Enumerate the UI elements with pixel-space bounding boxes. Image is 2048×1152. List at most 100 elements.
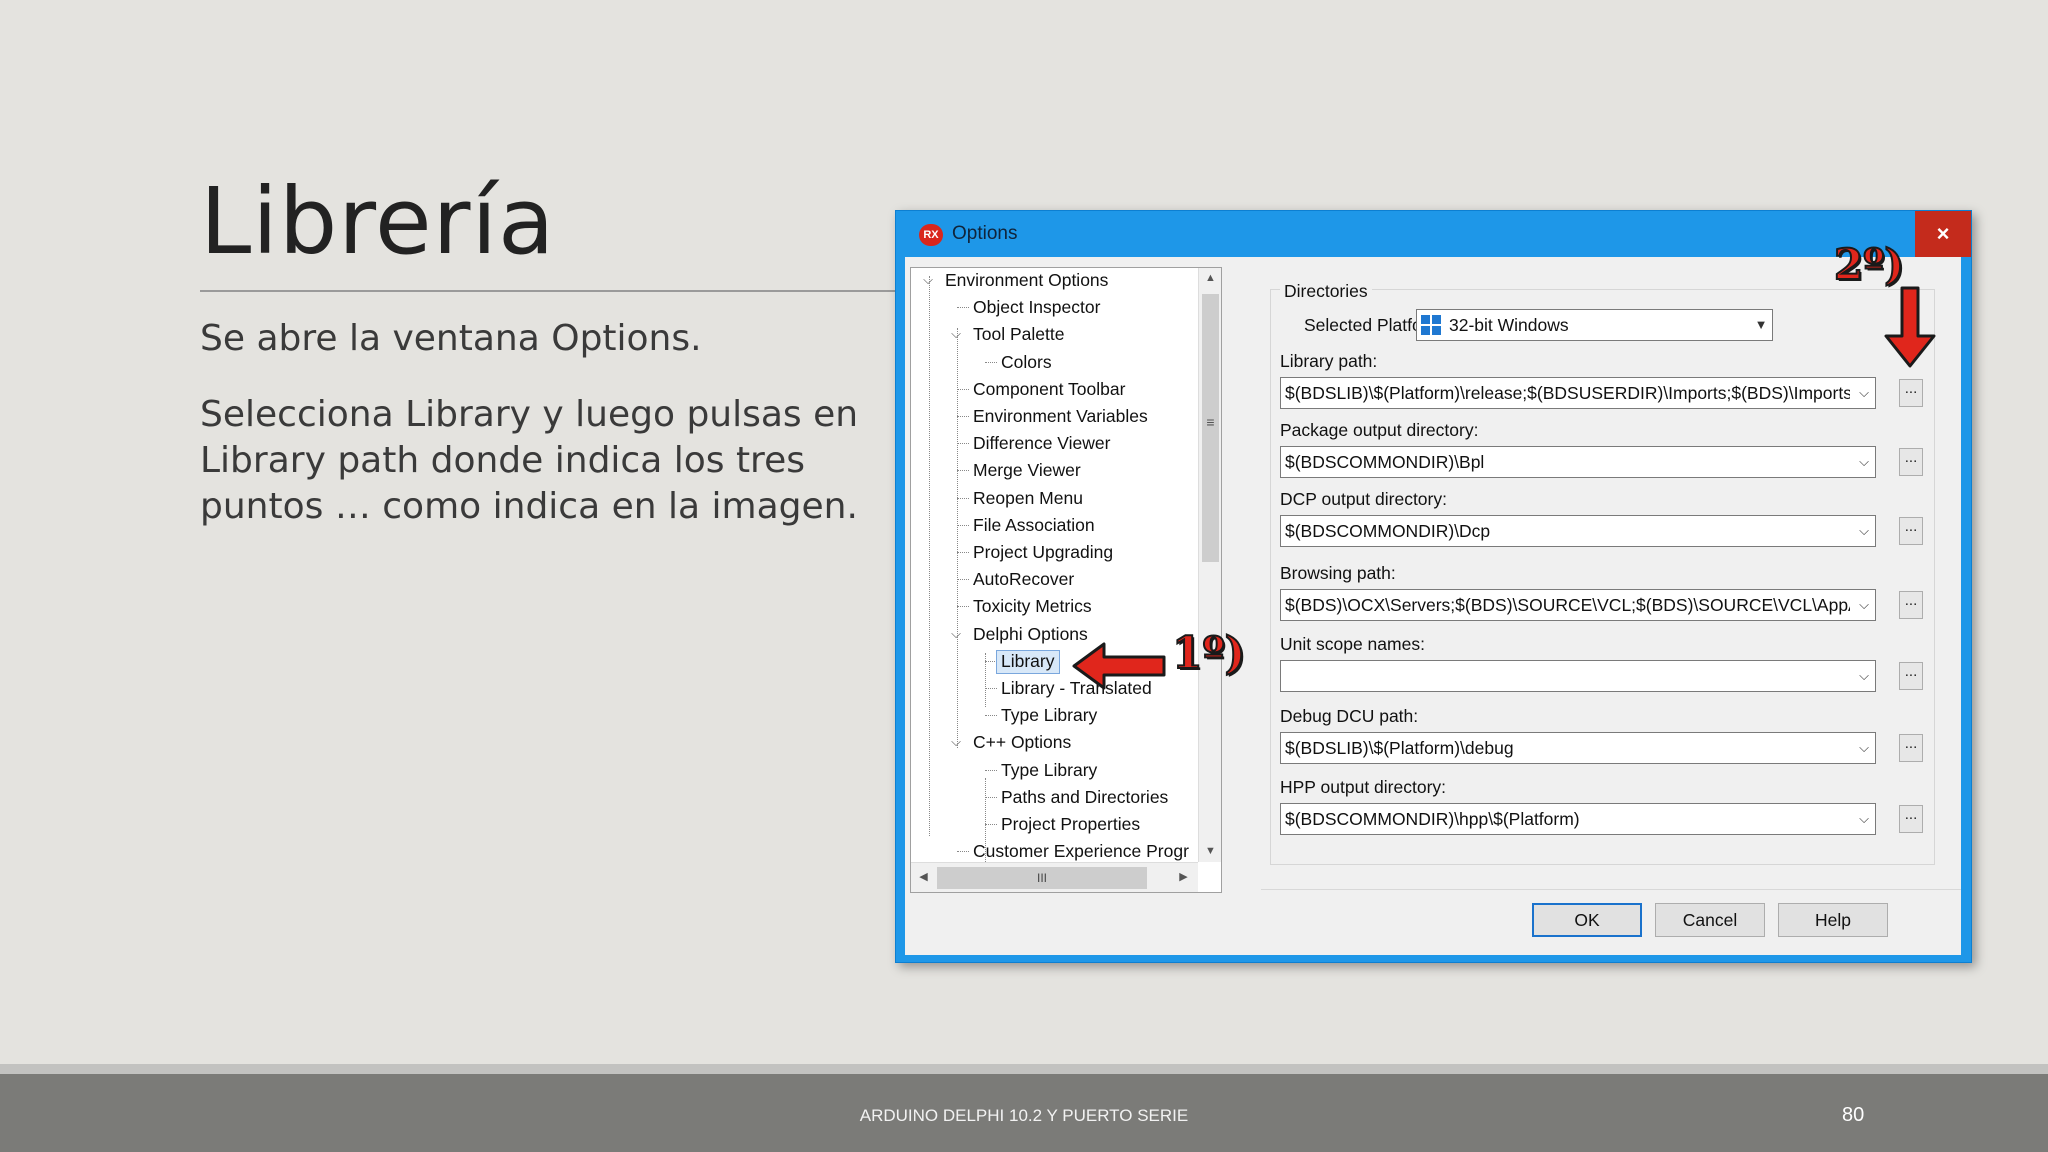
chevron-down-icon[interactable]: ⌵ [1853,804,1875,834]
chevron-down-icon[interactable]: ⌵ [1853,516,1875,546]
directory-path-value: $(BDSCOMMONDIR)\Dcp [1285,521,1491,541]
tree-connector [985,361,997,363]
directory-path-combo[interactable]: ⌵ [1280,660,1876,692]
step1-annotation: 1º) [1171,627,1246,680]
tree-connector [985,824,997,825]
help-button[interactable]: Help [1778,903,1888,937]
tree-items: ⌵ Environment Options Object Inspector ⌵ Too… [911,268,1198,862]
tree-guide-line [957,328,958,748]
directory-path-value: $(BDSLIB)\$(Platform)\release;$(BDSUSERD… [1285,383,1850,403]
chevron-down-icon[interactable]: ⌵ [1853,733,1875,763]
scroll-down-icon[interactable]: ▼ [1200,841,1221,862]
ok-button[interactable]: OK [1532,903,1642,937]
close-button[interactable]: × [1915,211,1971,257]
dialog-title: Options [952,223,1018,244]
scroll-up-icon[interactable]: ▲ [1200,268,1221,289]
page-number: 80 [1842,1104,1865,1126]
directory-path-value: $(BDSLIB)\$(Platform)\debug [1285,738,1514,758]
chevron-down-icon[interactable]: ⌵ [1853,590,1875,620]
directory-path-combo[interactable]: $(BDSCOMMONDIR)\Bpl ⌵ [1280,446,1876,478]
expand-chevron-icon[interactable]: ⌵ [949,622,963,646]
tree-connector [957,497,969,499]
browse-button[interactable]: ... [1899,448,1923,476]
app-icon: RX [919,224,943,246]
tree-connector [957,606,969,608]
step1-arrow-icon [1072,642,1166,690]
tree-item[interactable]: AutoRecover [973,567,1074,591]
title-divider [200,290,900,292]
tree-item[interactable]: Project Properties [1001,812,1140,836]
chevron-down-icon: ▼ [1750,310,1772,340]
tree-item[interactable]: Difference Viewer [973,431,1110,455]
chevron-down-icon[interactable]: ⌵ [1853,661,1875,691]
tree-item[interactable]: Type Library [1001,703,1097,727]
slide-paragraph-1: Se abre la ventana Options. [200,318,702,359]
browse-button[interactable]: ... [1899,591,1923,619]
slide-title: Librería [200,168,556,275]
tree-item[interactable]: Colors [1001,350,1052,374]
slide-paragraph-2: Selecciona Library y luego pulsas en Lib… [200,394,859,527]
options-tree[interactable]: ⌵ Environment Options Object Inspector ⌵ Too… [910,267,1222,893]
scroll-left-icon[interactable]: ◀ [913,867,934,888]
vertical-scrollbar[interactable]: ▲ ≡ ▼ [1198,268,1221,862]
horizontal-scroll-thumb[interactable]: III [937,867,1147,889]
footer-text: ARDUINO DELPHI 10.2 Y PUERTO SERIE [859,1106,1189,1125]
tree-item[interactable]: C++ Options [973,730,1071,754]
browse-button[interactable]: ... [1899,734,1923,762]
directory-label: Library path: [1280,351,1378,371]
browse-button[interactable]: ... [1899,805,1923,833]
tree-connector [985,769,997,771]
expand-chevron-icon[interactable]: ⌵ [949,730,963,754]
tree-connector [985,715,997,717]
tree-guide-line [985,653,986,707]
tree-connector [957,443,969,445]
directory-label: Unit scope names: [1280,634,1425,654]
tree-item[interactable]: File Association [973,513,1095,537]
chevron-down-icon[interactable]: ⌵ [1853,378,1875,408]
directory-path-value: $(BDS)\OCX\Servers;$(BDS)\SOURCE\VCL;$(B… [1285,595,1850,615]
step2-annotation: 2º) [1833,239,1905,290]
horizontal-scrollbar[interactable]: ◀ III ▶ [911,862,1198,892]
tree-item[interactable]: Customer Experience Progr [973,839,1189,862]
directory-path-combo[interactable]: $(BDSCOMMONDIR)\Dcp ⌵ [1280,515,1876,547]
tree-item[interactable]: Tool Palette [973,322,1064,346]
tree-item[interactable]: Paths and Directories [1001,785,1168,809]
directories-group-label: Directories [1280,281,1372,302]
step2-arrow-icon [1884,286,1936,368]
expand-chevron-icon[interactable]: ⌵ [921,268,935,292]
cancel-button[interactable]: Cancel [1655,903,1765,937]
dialog-client-area: ⌵ Environment Options Object Inspector ⌵ Too… [905,257,1961,955]
tree-item[interactable]: Object Inspector [973,295,1100,319]
expand-chevron-icon[interactable]: ⌵ [949,322,963,346]
browse-button[interactable]: ... [1899,517,1923,545]
tree-connector [957,851,969,853]
tree-item[interactable]: Project Upgrading [973,540,1113,564]
chevron-down-icon[interactable]: ⌵ [1853,447,1875,477]
scroll-right-icon[interactable]: ▶ [1173,867,1194,888]
browse-button[interactable]: ... [1899,662,1923,690]
tree-connector [957,579,969,581]
tree-connector [957,470,969,472]
tree-item[interactable]: Library [996,649,1060,674]
grip-icon: ≡ [1206,414,1215,430]
tree-item[interactable]: Reopen Menu [973,486,1083,510]
tree-item[interactable]: Toxicity Metrics [973,594,1092,618]
directory-path-combo[interactable]: $(BDSLIB)\$(Platform)\debug ⌵ [1280,732,1876,764]
tree-item[interactable]: Environment Options [945,268,1108,292]
tree-item[interactable]: Component Toolbar [973,377,1125,401]
platform-select[interactable]: 32-bit Windows ▼ [1416,309,1773,341]
windows-icon [1421,314,1441,335]
directory-path-combo[interactable]: $(BDSCOMMONDIR)\hpp\$(Platform) ⌵ [1280,803,1876,835]
tree-item[interactable]: Type Library [1001,758,1097,782]
vertical-scroll-thumb[interactable]: ≡ [1202,294,1219,562]
platform-value: 32-bit Windows [1449,315,1569,335]
dialog-title-bar[interactable]: RX Options × [896,211,1971,257]
tree-item[interactable]: Merge Viewer [973,458,1081,482]
options-dialog: RX Options × ⌵ Environment Options Object … [895,210,1972,963]
directory-label: Debug DCU path: [1280,706,1419,726]
browse-button[interactable]: ... [1899,379,1923,407]
directory-path-combo[interactable]: $(BDSLIB)\$(Platform)\release;$(BDSUSERD… [1280,377,1876,409]
tree-connector [957,552,969,553]
directory-path-combo[interactable]: $(BDS)\OCX\Servers;$(BDS)\SOURCE\VCL;$(B… [1280,589,1876,621]
tree-item[interactable]: Environment Variables [973,404,1148,428]
